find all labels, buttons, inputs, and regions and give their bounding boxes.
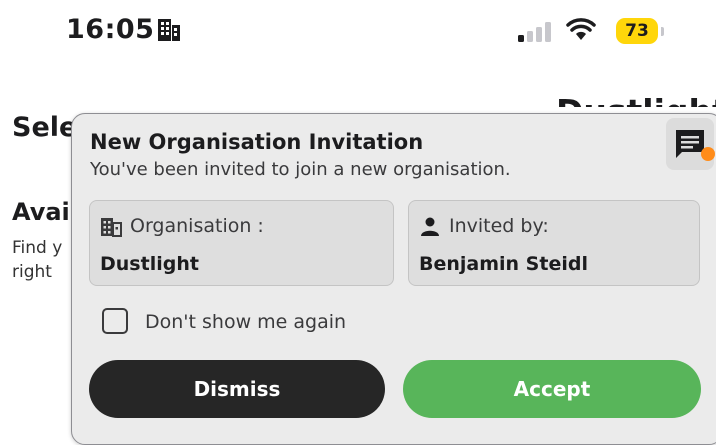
dont-show-again-checkbox[interactable] [102,308,128,334]
background-title: Sele [12,112,78,143]
dont-show-again-label[interactable]: Don't show me again [145,311,346,333]
battery-indicator: 73 [616,18,658,44]
battery-cap [661,27,664,36]
organisation-label: Organisation : [130,215,264,237]
signal-icon [518,22,552,46]
wifi-icon [566,18,596,46]
notification-dot [701,147,715,161]
chat-icon [674,128,706,164]
organisation-value: Dustlight [100,253,199,275]
invitation-modal: New Organisation Invitation You've been … [71,113,716,445]
background-section-desc: Find y right [12,238,63,282]
building-icon [157,18,181,46]
background-section-title: Avai [12,198,70,226]
modal-title: New Organisation Invitation [90,130,424,154]
organisation-card: Organisation : Dustlight [89,200,394,286]
chat-button[interactable] [666,118,714,170]
building-icon [100,217,122,241]
modal-subtitle: You've been invited to join a new organi… [90,159,511,180]
person-icon [419,217,441,241]
status-bar: 16:05 73 [0,0,716,60]
invited-by-label: Invited by: [449,215,549,237]
invited-by-value: Benjamin Steidl [419,253,588,275]
status-time: 16:05 [66,14,155,45]
invited-by-card: Invited by: Benjamin Steidl [408,200,700,286]
accept-button[interactable]: Accept [403,360,701,418]
dismiss-button[interactable]: Dismiss [89,360,385,418]
